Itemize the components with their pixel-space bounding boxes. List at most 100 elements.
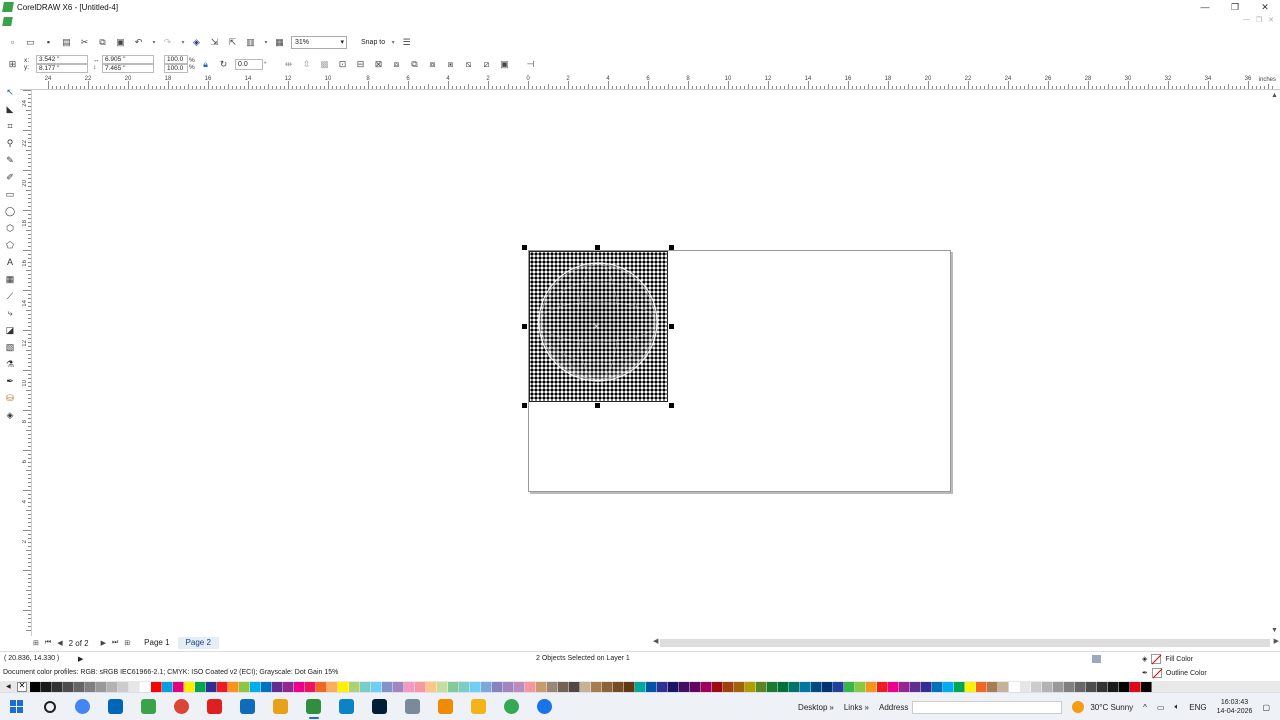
palette-swatch[interactable] bbox=[876, 681, 888, 692]
shape-tool-icon[interactable]: ◣ bbox=[3, 103, 17, 117]
vertical-ruler[interactable]: 24 22 20 18 16 14 12 10 8 6 4 2 bbox=[20, 90, 32, 636]
previous-page-icon[interactable]: ◀ bbox=[57, 639, 62, 647]
taskbar-app-button[interactable] bbox=[528, 693, 561, 720]
ungroup-icon[interactable]: ⊟ bbox=[354, 58, 367, 71]
palette-swatch[interactable] bbox=[436, 681, 448, 692]
palette-swatch[interactable] bbox=[865, 681, 877, 692]
close-button[interactable]: ✕ bbox=[1250, 0, 1280, 14]
palette-swatch[interactable] bbox=[964, 681, 976, 692]
taskbar-app-button[interactable] bbox=[165, 693, 198, 720]
document-icon[interactable] bbox=[2, 17, 13, 26]
welcome-screen-icon[interactable]: ▦ bbox=[273, 36, 286, 49]
palette-swatch[interactable] bbox=[1129, 681, 1141, 692]
palette-swatch[interactable] bbox=[249, 681, 261, 692]
weather-sun-icon[interactable] bbox=[1072, 701, 1085, 713]
taskbar-app-button[interactable] bbox=[396, 693, 429, 720]
print-icon[interactable]: ▤ bbox=[60, 36, 73, 49]
palette-swatch[interactable] bbox=[381, 681, 393, 692]
status-expand-icon[interactable]: ▶ bbox=[78, 655, 83, 663]
address-input[interactable] bbox=[912, 700, 1063, 714]
palette-swatch[interactable] bbox=[425, 681, 437, 692]
undo-icon[interactable]: ↶ bbox=[132, 36, 145, 49]
palette-swatch[interactable] bbox=[997, 681, 1009, 692]
selection-handle-bottom-left[interactable] bbox=[522, 403, 527, 408]
palette-swatch[interactable] bbox=[150, 681, 162, 692]
palette-swatch[interactable] bbox=[656, 681, 668, 692]
mirror-vertical-icon[interactable]: ⇳ bbox=[300, 58, 313, 71]
redo-icon[interactable]: ↷ bbox=[161, 36, 174, 49]
network-icon[interactable]: ▭ bbox=[1157, 703, 1165, 712]
ungroup-all-icon[interactable]: ⊠ bbox=[372, 58, 385, 71]
first-page-icon[interactable]: ⏮ bbox=[45, 639, 51, 647]
palette-swatch[interactable] bbox=[326, 681, 338, 692]
add-page-before-icon[interactable]: ⊞ bbox=[33, 639, 39, 647]
interactive-fill-tool-icon[interactable]: ◈ bbox=[3, 409, 17, 423]
palette-swatch[interactable] bbox=[282, 681, 294, 692]
wrap-text-icon[interactable]: ▩ bbox=[318, 58, 331, 71]
tab-page-2[interactable]: Page 2 bbox=[177, 637, 219, 649]
palette-swatch[interactable] bbox=[700, 681, 712, 692]
scroll-left-icon[interactable]: ◀ bbox=[653, 637, 658, 645]
palette-swatch[interactable] bbox=[293, 681, 305, 692]
palette-swatch[interactable] bbox=[1074, 681, 1086, 692]
ellipse-tool-icon[interactable]: ◯ bbox=[3, 205, 17, 219]
palette-swatch[interactable] bbox=[1008, 681, 1020, 692]
add-page-after-icon[interactable]: ⊞ bbox=[124, 639, 130, 647]
selection-handle-top-right[interactable] bbox=[669, 245, 674, 250]
palette-swatch[interactable] bbox=[601, 681, 613, 692]
restore-button[interactable]: ❐ bbox=[1220, 0, 1250, 14]
eyedropper-tool-icon[interactable]: ⚗ bbox=[3, 358, 17, 372]
palette-swatch[interactable] bbox=[227, 681, 239, 692]
palette-swatch[interactable] bbox=[84, 681, 96, 692]
palette-swatch[interactable] bbox=[359, 681, 371, 692]
palette-swatch[interactable] bbox=[568, 681, 580, 692]
text-tool-icon[interactable]: A bbox=[3, 256, 17, 270]
palette-swatch[interactable] bbox=[733, 681, 745, 692]
cut-icon[interactable]: ✂ bbox=[78, 36, 91, 49]
combine-icon[interactable]: ⧈ bbox=[390, 58, 403, 71]
taskbar-app-button[interactable] bbox=[264, 693, 297, 720]
freehand-tool-icon[interactable]: ✎ bbox=[3, 154, 17, 168]
palette-swatch[interactable] bbox=[183, 681, 195, 692]
taskbar-app-button[interactable] bbox=[330, 693, 363, 720]
palette-swatch[interactable] bbox=[689, 681, 701, 692]
palette-swatch[interactable] bbox=[172, 681, 184, 692]
paste-icon[interactable]: ▣ bbox=[114, 36, 127, 49]
palette-swatch[interactable] bbox=[139, 681, 151, 692]
palette-swatch[interactable] bbox=[458, 681, 470, 692]
drawing-canvas[interactable]: × bbox=[33, 90, 1268, 636]
palette-swatch[interactable] bbox=[821, 681, 833, 692]
palette-swatch[interactable] bbox=[1019, 681, 1031, 692]
taskbar-app-button[interactable] bbox=[231, 693, 264, 720]
volume-icon[interactable]: 🔈︎ bbox=[1174, 702, 1179, 712]
simplify-icon[interactable]: ⧅ bbox=[462, 58, 475, 71]
palette-swatch[interactable] bbox=[238, 681, 250, 692]
no-color-swatch[interactable] bbox=[16, 681, 27, 692]
snap-dropdown-icon[interactable]: ▾ bbox=[389, 36, 397, 49]
outline-indicator[interactable]: ✒ Outline Color bbox=[1142, 668, 1207, 678]
taskbar-app-button[interactable] bbox=[429, 693, 462, 720]
palette-swatch[interactable] bbox=[304, 681, 316, 692]
palette-scroll-left-icon[interactable]: ◀ bbox=[6, 683, 11, 690]
palette-swatch[interactable] bbox=[491, 681, 503, 692]
selection-handle-top-center[interactable] bbox=[595, 245, 600, 250]
scroll-down-icon[interactable]: ▼ bbox=[1271, 627, 1278, 634]
palette-swatch[interactable] bbox=[469, 681, 481, 692]
horizontal-scrollbar[interactable]: ◀ ▶ bbox=[653, 638, 1279, 647]
options-icon[interactable]: ☰ bbox=[400, 36, 413, 49]
palette-swatch[interactable] bbox=[128, 681, 140, 692]
trim-icon[interactable]: ⧇ bbox=[426, 58, 439, 71]
palette-swatch[interactable] bbox=[711, 681, 723, 692]
selection-handle-bottom-right[interactable] bbox=[669, 403, 674, 408]
palette-swatch[interactable] bbox=[271, 681, 283, 692]
taskbar-app-button[interactable] bbox=[132, 693, 165, 720]
import-icon[interactable]: ⇲ bbox=[208, 36, 221, 49]
height-field[interactable]: 7.465 " bbox=[102, 64, 154, 73]
palette-swatch[interactable] bbox=[337, 681, 349, 692]
palette-swatch[interactable] bbox=[216, 681, 228, 692]
rectangle-tool-icon[interactable]: ▭ bbox=[3, 188, 17, 202]
palette-swatch[interactable] bbox=[744, 681, 756, 692]
group-icon[interactable]: ⊡ bbox=[336, 58, 349, 71]
table-tool-icon[interactable]: ▦ bbox=[3, 273, 17, 287]
tray-chevron-icon[interactable]: ^ bbox=[1143, 703, 1147, 712]
